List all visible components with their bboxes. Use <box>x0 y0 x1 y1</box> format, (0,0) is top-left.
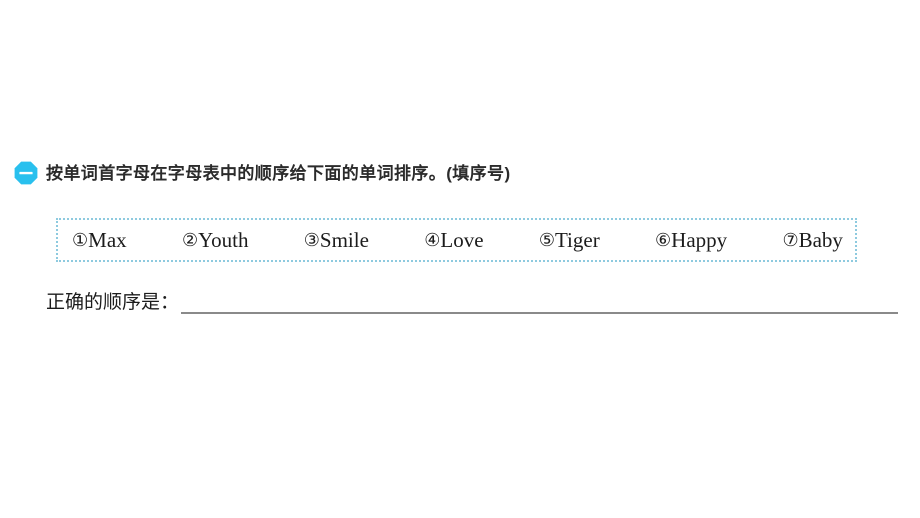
word-number: ③ <box>303 229 320 251</box>
word-text: Baby <box>798 227 843 252</box>
word-item: ⑤Tiger <box>538 227 600 252</box>
word-number: ⑦ <box>782 229 799 251</box>
word-bank-box: ①Max ②Youth ③Smile ④Love ⑤Tiger ⑥Happy ⑦… <box>56 218 857 262</box>
page-title: 按单词首字母在字母表中的顺序给下面的单词排序。(填序号) <box>46 163 511 183</box>
word-item: ③Smile <box>303 227 369 252</box>
word-text: Youth <box>198 227 249 252</box>
word-text: Tiger <box>554 227 600 252</box>
word-number: ④ <box>424 229 441 251</box>
word-text: Smile <box>319 227 369 252</box>
word-item: ⑥Happy <box>655 227 728 252</box>
word-item: ②Youth <box>181 227 249 252</box>
word-text: Max <box>88 227 127 252</box>
answer-label: 正确的顺序是： <box>46 292 180 313</box>
answer-row: 正确的顺序是： <box>46 293 898 314</box>
word-item: ①Max <box>72 227 127 252</box>
word-number: ⑥ <box>655 229 672 251</box>
word-text: Happy <box>671 227 728 252</box>
word-item: ④Love <box>424 227 484 252</box>
word-number: ② <box>181 229 199 251</box>
word-number: ⑤ <box>538 229 555 251</box>
question-heading: 按单词首字母在字母表中的顺序给下面的单词排序。(填序号) <box>14 161 511 185</box>
word-item: ⑦Baby <box>782 227 843 252</box>
octagon-number-one-icon <box>14 161 38 185</box>
word-text: Love <box>440 227 484 252</box>
answer-blank-field[interactable] <box>181 294 898 314</box>
word-number: ① <box>72 229 89 251</box>
